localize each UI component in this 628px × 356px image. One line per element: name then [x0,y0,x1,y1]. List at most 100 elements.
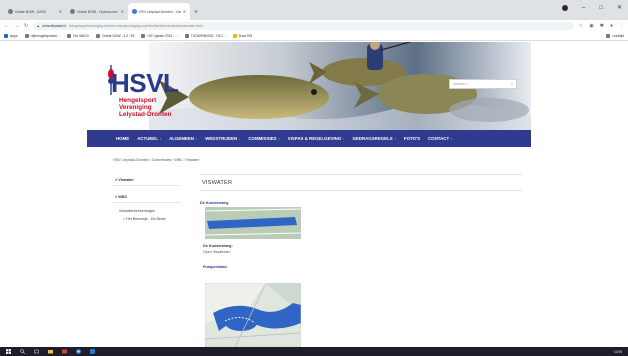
browser-toolbar: ← → ↻ 🔒︎ ovhsvlelystad.nl /hengelsportve… [0,20,628,32]
sidebar-item-viswater[interactable]: > Viswater [113,175,181,186]
nav-label: WEDSTRIJDEN [205,136,238,141]
nav-item-vispas[interactable]: VISPAS & REGELGEVING › [288,136,345,141]
nav-label: VISPAS & REGELGEVING [287,136,342,141]
chevron-down-icon: › [451,136,453,141]
globe-icon [66,34,71,38]
globe-icon [184,34,189,38]
nav-label: FOTO'S [403,136,421,141]
file-explorer-icon[interactable] [48,349,53,354]
bookmark-item[interactable]: Ted WAOV [66,34,90,38]
tab-favicon-icon [132,9,137,14]
tab-favicon-icon [70,9,75,14]
chrome-icon[interactable] [76,349,81,354]
tab-title: HSV Lelystad-Dronten - Viswater [139,9,181,14]
app-icon[interactable] [90,349,95,354]
reading-list[interactable]: Leeslijst [606,34,624,38]
nav-label: ACTUEEL [137,136,158,141]
reload-icon[interactable]: ↻ [24,23,28,29]
back-arrow-icon[interactable]: ← [4,23,9,29]
nav-item-gedragsregels[interactable]: GEDRAGSREGELS › [352,136,395,141]
address-bar[interactable]: 🔒︎ ovhsvlelystad.nl /hengelsportverenigi… [33,22,574,30]
chevron-down-icon: › [196,136,198,141]
nav-item-actueel[interactable]: ACTUEEL › [137,136,161,141]
close-tab-icon[interactable]: ✕ [183,9,186,14]
maximize-button[interactable]: □ [599,5,603,11]
bookmark-apps[interactable]: Apps [4,34,18,38]
globe-icon [24,34,29,38]
nav-item-contact[interactable]: CONTACT › [428,136,452,141]
nav-item-home[interactable]: HOME [116,136,129,141]
forward-arrow-icon[interactable]: → [14,23,19,29]
nav-label: ALGEMEEN [169,136,195,141]
nav-label: GEDRAGSREGELS [352,136,393,141]
nav-label: COMMISSIES [248,136,277,141]
close-tab-icon[interactable]: ✕ [59,9,62,14]
bookmark-item[interactable]: Hijmengeldpunten... [24,34,60,38]
section-title[interactable]: De Kunstenweg [200,201,522,205]
chevron-down-icon: › [343,136,345,141]
sidebar-item-wbc[interactable]: > WBC [113,192,181,203]
bookmark-item[interactable]: Dock RM [232,34,252,38]
logo-line: Hengelsport [119,97,157,104]
bookmark-item[interactable]: TUDWENKING - HLC... [184,34,226,38]
search-icon[interactable] [20,349,25,354]
globe-icon [96,34,101,38]
nav-item-commissies[interactable]: COMMISSIES › [248,136,279,141]
tab-title: Onsite NOW - Opensource Ver [77,9,119,14]
star-icon[interactable]: ☆ [579,23,583,29]
url-host: ovhsvlelystad.nl [42,24,66,28]
nav-item-algemeen[interactable]: ALGEMEEN › [169,136,197,141]
site-search-input[interactable]: Zoeken... ⌕ [449,79,517,89]
sidebar-subsubitem[interactable]: > Het Bernuwje - De Bever [113,215,181,223]
bookmark-label: Apps [10,34,18,38]
close-tab-icon[interactable]: ✕ [121,9,124,14]
breadcrumb[interactable]: HSV Lelystad-Dronten / Commissies / WBC … [113,158,199,162]
puzzle-icon[interactable]: ✱ [600,23,604,29]
new-tab-button[interactable]: + [194,9,198,16]
section-title[interactable]: Pumperslaan [203,265,227,269]
site-header: HSVL Hengelsport Vereniging Lelystad-Dro… [87,42,531,130]
bookmark-item[interactable]: HG Update 2015 - ... [141,34,178,38]
browser-tab[interactable]: Onsite NOW - A2HS ✕ [4,3,66,20]
mail-icon[interactable] [62,349,67,354]
hsvl-logo[interactable]: HSVL Hengelsport Vereniging Lelystad-Dro… [105,65,187,126]
menu-icon[interactable]: ⋮ [619,23,624,29]
nav-item-wedstrijden[interactable]: WEDSTRIJDEN › [205,136,240,141]
nav-item-fotos[interactable]: FOTO'S [404,136,420,141]
nav-label: HOME [116,136,130,141]
sidebar-subitem[interactable]: Vis/waterbeheer/regen [113,207,181,215]
browser-tab[interactable]: Onsite NOW - Opensource Ver ✕ [66,3,128,20]
chevron-down-icon: › [159,136,162,141]
lock-icon: 🔒︎ [37,24,40,28]
map-caption-sub: Open Visplannen [203,250,231,254]
url-path: /hengelsportvereniging-dronten-lelystad.… [68,24,203,28]
profile-icon[interactable] [562,4,568,11]
map-caption: De Kunstenweg: [203,244,233,248]
bookmarks-bar: Apps Hijmengeldpunten... Ted WAOV Onsite… [0,32,628,41]
chevron-down-icon: › [394,136,396,141]
logo-line: Vereniging [119,104,152,111]
bookmark-label: HG Update 2015 - ... [147,34,178,38]
task-view-icon[interactable] [34,349,39,354]
close-window-button[interactable]: ✕ [617,4,622,11]
avatar-icon[interactable]: ● [610,23,613,29]
reading-list-label: Leeslijst [612,34,624,38]
system-clock[interactable]: 10:09 [614,350,622,354]
map-pumperslaan[interactable] [205,283,301,347]
browser-tab-active[interactable]: HSV Lelystad-Dronten - Viswater ✕ [128,3,190,20]
minimize-button[interactable]: – [582,5,585,11]
bookmark-label: Ted WAOV [72,34,90,38]
os-taskbar: 10:09 [0,347,628,356]
windows-start-icon[interactable] [6,349,11,354]
extension-icon[interactable]: ◉ [589,23,593,29]
chevron-down-icon: › [239,136,241,141]
search-icon[interactable]: ⌕ [511,82,513,86]
bookmark-label: Hijmengeldpunten... [30,34,60,38]
bookmark-item[interactable]: Onsite NOW - 4.2 / 52 [96,34,134,38]
globe-icon [141,34,146,38]
map-kunstenweg[interactable] [205,207,301,239]
browser-tab-strip: Onsite NOW - A2HS ✕ Onsite NOW - Opensou… [0,0,628,20]
bookmark-label: TUDWENKING - HLC... [190,34,226,38]
search-placeholder: Zoeken... [453,82,469,86]
logo-wordmark: HSVL [111,68,179,98]
